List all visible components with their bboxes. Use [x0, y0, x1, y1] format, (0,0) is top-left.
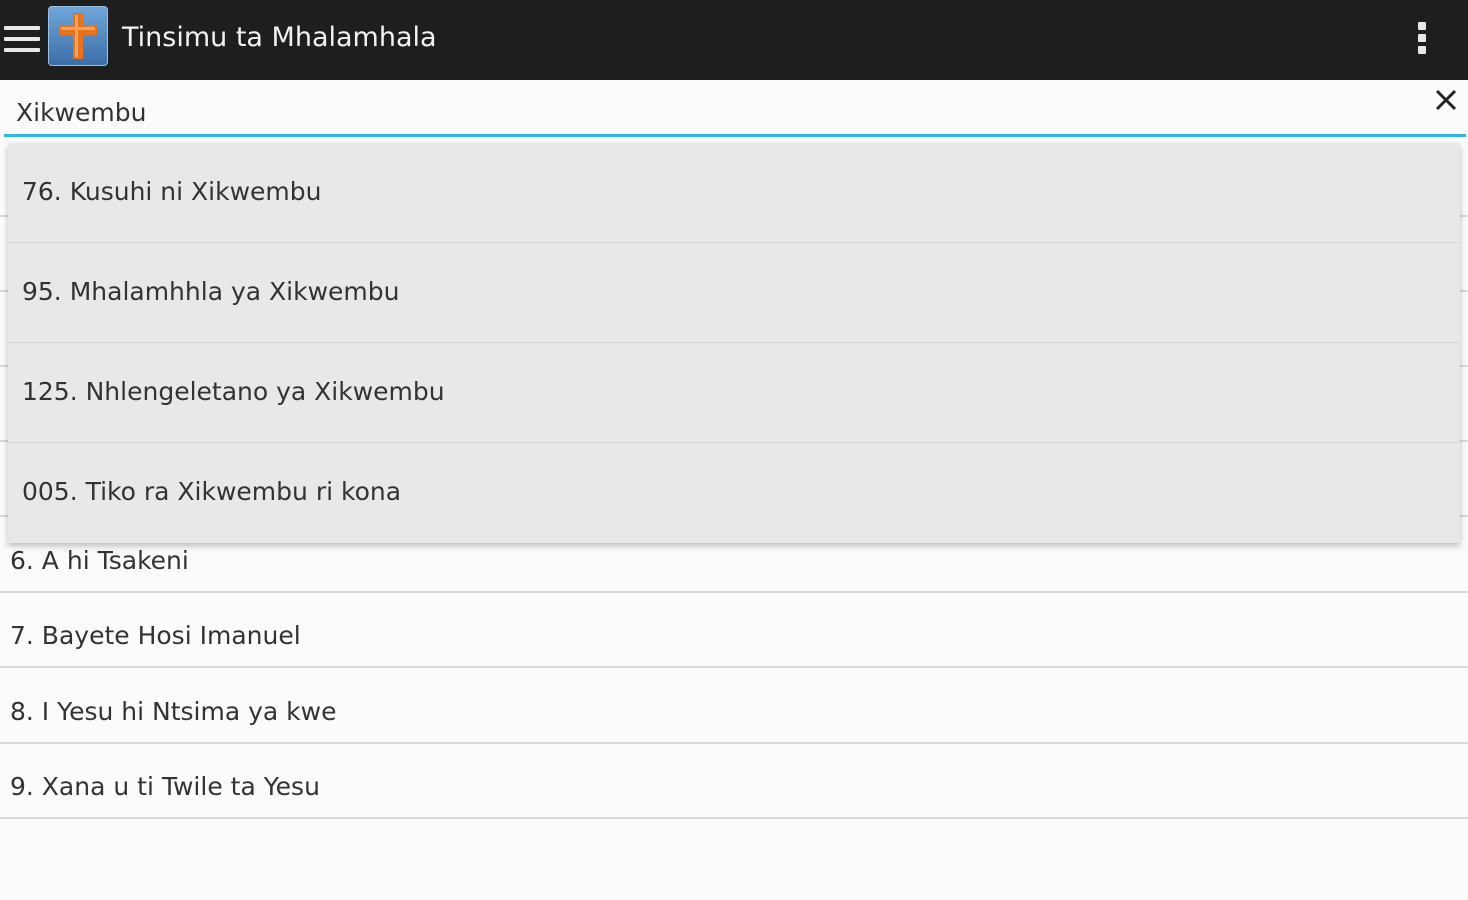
hamburger-menu-icon[interactable]	[4, 26, 40, 52]
action-bar: Tinsimu ta Mhalamhala	[0, 0, 1468, 80]
list-item[interactable]: 7. Bayete Hosi Imanuel	[0, 593, 1468, 668]
search-input[interactable]	[6, 92, 1416, 132]
suggestion-item[interactable]: 76. Kusuhi ni Xikwembu	[8, 143, 1460, 243]
suggestion-item[interactable]: 95. Mhalamhhla ya Xikwembu	[8, 243, 1460, 343]
suggestion-item[interactable]: 005. Tiko ra Xikwembu ri kona	[8, 443, 1460, 543]
list-item[interactable]: 9. Xana u ti Twile ta Yesu	[0, 744, 1468, 819]
suggestion-label: 95. Mhalamhhla ya Xikwembu	[22, 277, 400, 306]
suggestion-item[interactable]: 125. Nhlengeletano ya Xikwembu	[8, 343, 1460, 443]
list-item[interactable]: 8. I Yesu hi Ntsima ya kwe	[0, 669, 1468, 744]
search-underline	[4, 134, 1466, 137]
overflow-menu-icon[interactable]	[1408, 18, 1436, 58]
search-bar	[0, 80, 1468, 140]
app-title: Tinsimu ta Mhalamhala	[122, 22, 437, 53]
suggestion-label: 76. Kusuhi ni Xikwembu	[22, 177, 322, 206]
cross-icon[interactable]	[48, 6, 108, 66]
list-item-label: 6. A hi Tsakeni	[10, 546, 189, 575]
search-suggestions-dropdown: 76. Kusuhi ni Xikwembu 95. Mhalamhhla ya…	[8, 143, 1460, 543]
suggestion-label: 125. Nhlengeletano ya Xikwembu	[22, 377, 445, 406]
list-item-label: 9. Xana u ti Twile ta Yesu	[10, 772, 320, 801]
list-item-label: 7. Bayete Hosi Imanuel	[10, 621, 301, 650]
suggestion-label: 005. Tiko ra Xikwembu ri kona	[22, 477, 402, 506]
list-item-label: 8. I Yesu hi Ntsima ya kwe	[10, 697, 337, 726]
close-icon[interactable]	[1428, 84, 1464, 120]
